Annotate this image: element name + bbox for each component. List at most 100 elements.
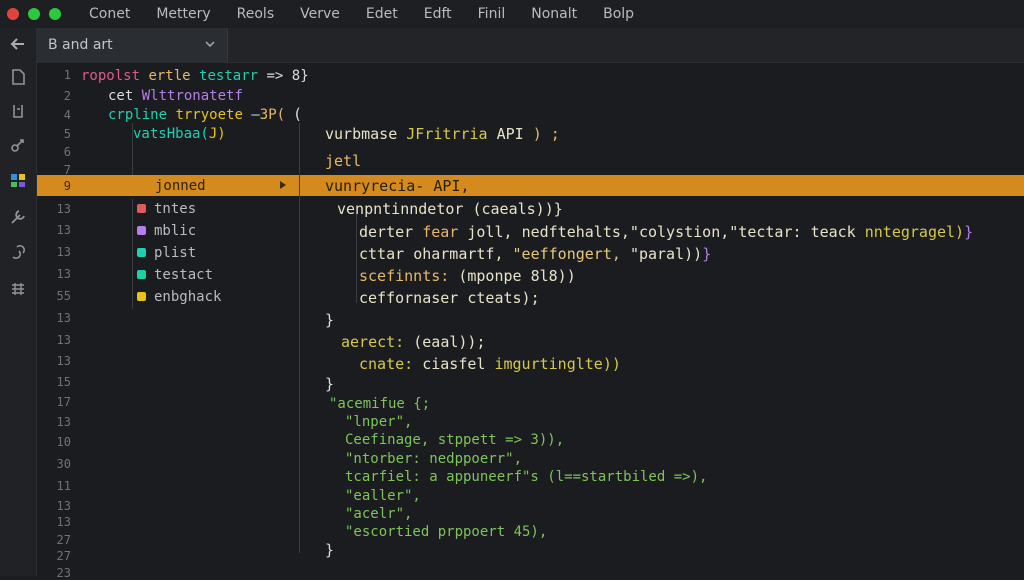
caret-right-icon[interactable] <box>280 181 286 189</box>
line-number: 17 <box>56 395 71 409</box>
symbol-badge-icon <box>137 204 146 213</box>
code-line[interactable]: scefinnts: (mponpe 8l8)) <box>359 267 576 285</box>
minimize-window-button[interactable] <box>28 8 40 20</box>
line-number: 13 <box>56 311 71 325</box>
menu-bar: Conet Mettery Reols Verve Edet Edft Fini… <box>0 0 1024 28</box>
code-token: (mponpe <box>458 267 522 285</box>
line-number: 27 <box>56 533 71 547</box>
code-line[interactable]: cnate: ciasfel imgurtinglte)) <box>359 355 621 373</box>
line-number: 23 <box>56 566 71 580</box>
code-token: vatsHbaa( <box>133 126 209 142</box>
grid-icon[interactable] <box>7 278 29 300</box>
tab-bar: B and art <box>37 28 1024 63</box>
code-line[interactable]: Ceefinage, stppett => 3)), <box>345 431 564 449</box>
code-line[interactable]: "ntorber: nedppoerr", <box>345 450 522 468</box>
code-token: cttar <box>359 245 405 263</box>
code-editor[interactable]: 1 2 4 5 6 7 9 13 13 13 13 55 13 13 13 15… <box>37 63 1024 580</box>
window-controls <box>7 8 61 20</box>
outline-item[interactable]: tntes <box>154 200 196 218</box>
outline-line-2: cet Wlttronatetf <box>108 87 243 105</box>
outline-item[interactable]: mblic <box>154 222 196 240</box>
line-number: 13 <box>56 499 71 513</box>
code-token: joll, <box>467 223 513 241</box>
code-brace: } <box>325 311 335 329</box>
line-number: 6 <box>63 145 71 159</box>
code-token: ceffornaser <box>359 289 459 307</box>
line-number: 7 <box>63 163 71 177</box>
menu-item-nonalt[interactable]: Nonalt <box>531 6 577 22</box>
source-control-icon[interactable] <box>7 134 29 156</box>
code-token: ropolst <box>81 68 141 84</box>
code-brace: ( <box>293 105 303 123</box>
menu-item-edft[interactable]: Edft <box>424 6 452 22</box>
line-number: 11 <box>56 479 71 493</box>
line-number: 13 <box>56 202 71 216</box>
line-number: 13 <box>56 267 71 281</box>
code-token: (eaal)); <box>413 333 486 351</box>
code-token: aerect: <box>341 333 405 351</box>
code-token: teack <box>810 223 856 241</box>
line-number: 10 <box>56 435 71 449</box>
outline-item[interactable]: enbghack <box>154 288 221 306</box>
code-token: 3P( <box>259 107 286 123</box>
line-number: 13 <box>56 223 71 237</box>
line-number: 13 <box>56 354 71 368</box>
tools-icon[interactable] <box>7 206 29 228</box>
indent-guide <box>299 123 300 553</box>
line-number: 13 <box>56 515 71 529</box>
code-line[interactable]: ceffornaser cteats); <box>359 289 540 307</box>
code-token: cet <box>108 88 134 104</box>
code-line[interactable]: jetl <box>325 152 361 170</box>
code-line[interactable]: venpntinndetor (caeals))} <box>337 200 563 218</box>
line-number: 15 <box>56 375 71 389</box>
extensions-icon[interactable] <box>7 169 29 191</box>
line-number: 13 <box>56 245 71 259</box>
menu-item-edet[interactable]: Edet <box>366 6 398 22</box>
code-line[interactable]: "lnper", <box>345 413 412 431</box>
debug-icon[interactable] <box>7 241 29 263</box>
menu-item-finil[interactable]: Finil <box>478 6 506 22</box>
highlighted-symbol[interactable]: jonned <box>155 177 206 195</box>
outline-line-3: crpline trryoete –3P( <box>108 106 285 124</box>
code-token: vurbmase <box>325 125 398 143</box>
indent-guide <box>132 199 133 309</box>
code-brace: } <box>325 375 335 393</box>
code-line[interactable]: vunryrecia- API, <box>325 177 470 195</box>
maximize-window-button[interactable] <box>49 8 61 20</box>
code-token: derter <box>359 223 414 241</box>
code-token: venpntinndetor <box>337 200 464 218</box>
code-token: ciasfel <box>422 355 486 373</box>
tab-b-and-art[interactable]: B and art <box>37 28 228 62</box>
code-token: fear <box>422 223 459 241</box>
line-number: 27 <box>56 549 71 563</box>
search-icon[interactable] <box>7 100 29 122</box>
line-number: 55 <box>56 289 71 303</box>
line-number: 13 <box>56 415 71 429</box>
activity-bar <box>0 28 37 576</box>
menu-item-verve[interactable]: Verve <box>300 6 340 22</box>
back-arrow-icon[interactable] <box>7 33 29 55</box>
code-line[interactable]: aerect: (eaal)); <box>341 333 486 351</box>
code-token: nntegragel) <box>864 223 965 241</box>
code-line[interactable]: "acelr", <box>345 505 412 523</box>
code-line[interactable]: "acemifue {; <box>329 395 430 413</box>
code-line[interactable]: "escortied prppoert 45), <box>345 523 547 541</box>
chevron-down-icon[interactable] <box>205 39 215 49</box>
line-number: 1 <box>63 68 71 82</box>
file-icon[interactable] <box>7 66 29 88</box>
code-line[interactable]: "ealler", <box>345 487 421 505</box>
code-line[interactable]: derter fear joll, nedftehalts,"colystion… <box>359 223 973 241</box>
menu-item-mettery[interactable]: Mettery <box>156 6 210 22</box>
code-line[interactable]: cttar oharmartf, "eeffongert, "paral))} <box>359 245 711 263</box>
code-line[interactable]: tcarfiel: a appuneerf"s (l==startbiled =… <box>345 468 707 486</box>
code-token: JFritrria <box>406 125 488 143</box>
code-line[interactable]: vurbmase JFritrria API ) ; <box>325 125 560 143</box>
outline-item[interactable]: plist <box>154 244 196 262</box>
menu-item-bolp[interactable]: Bolp <box>603 6 634 22</box>
menu-item-conet[interactable]: Conet <box>89 6 130 22</box>
outline-line-1: ropolst ertle testarr => 8} <box>81 67 309 85</box>
outline-item[interactable]: testact <box>154 266 213 284</box>
menu-item-reols[interactable]: Reols <box>237 6 274 22</box>
close-window-button[interactable] <box>7 8 19 20</box>
line-number: 2 <box>63 89 71 103</box>
